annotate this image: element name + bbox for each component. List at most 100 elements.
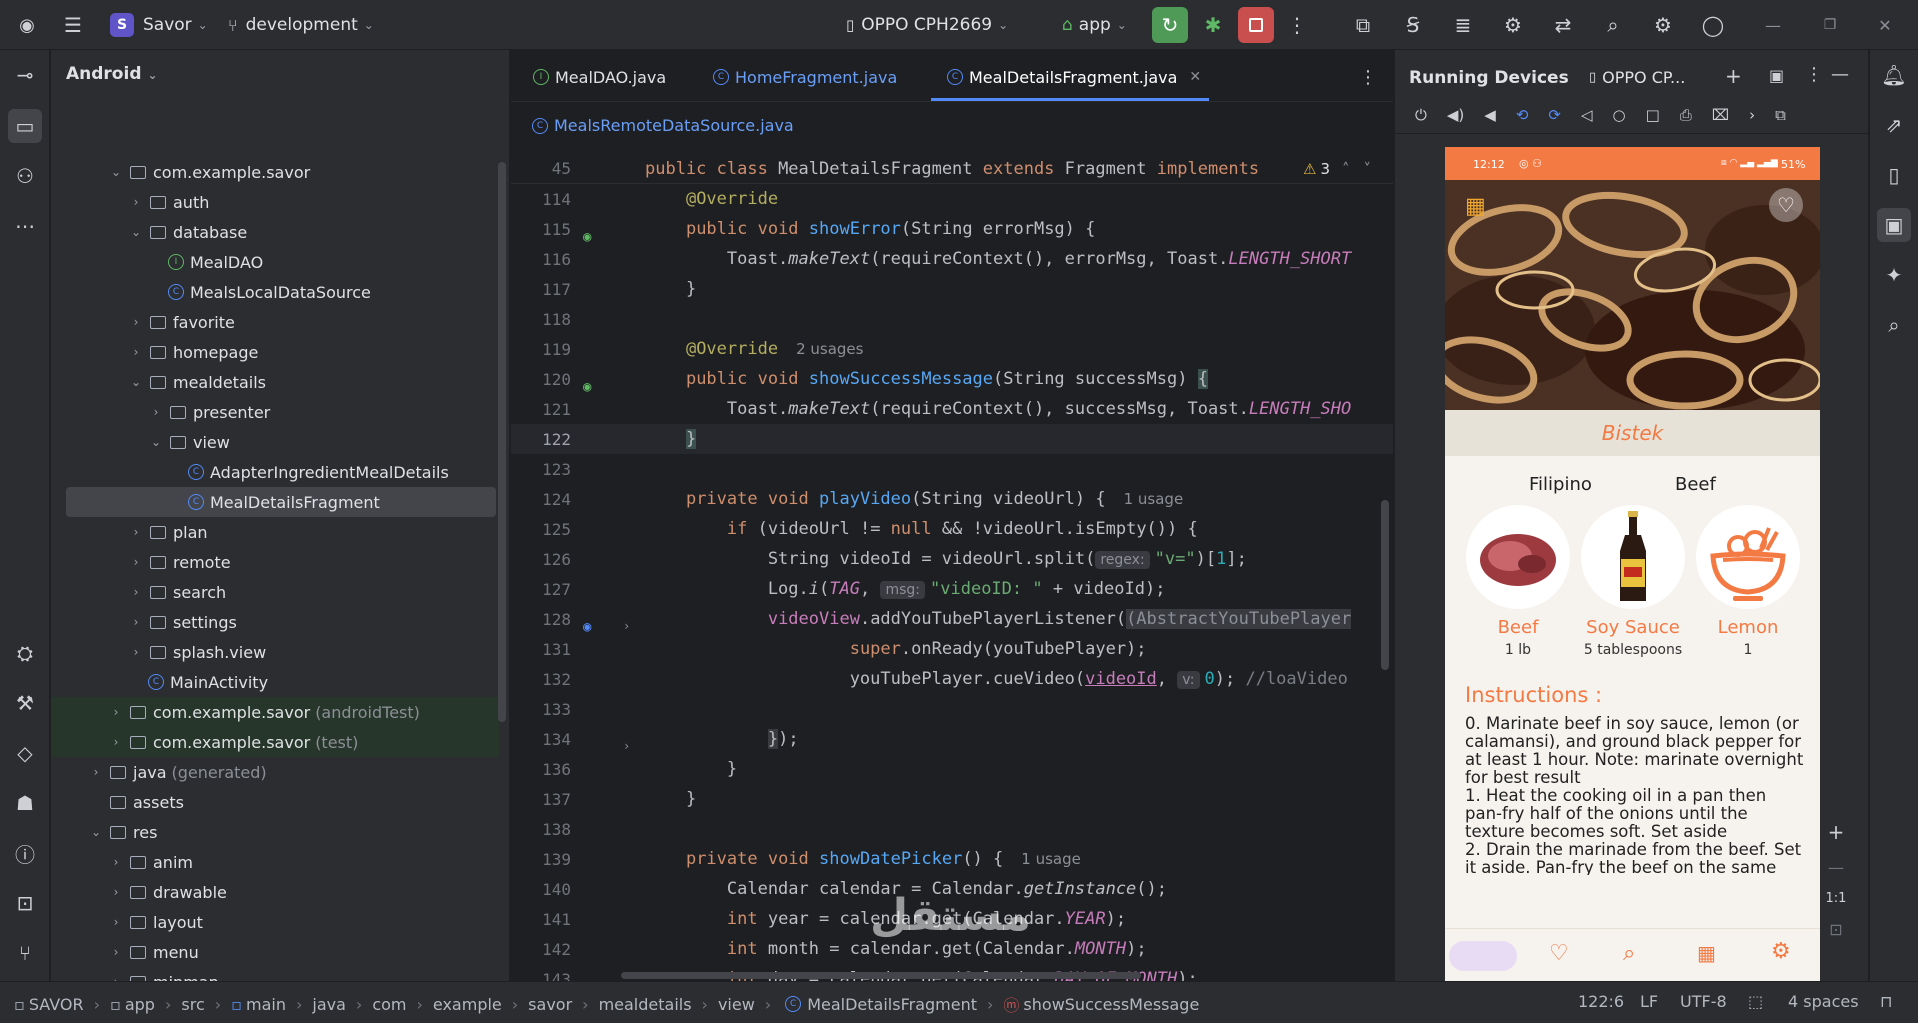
translate-icon[interactable]: Ꞩ xyxy=(1396,8,1430,42)
sdk-manager-icon[interactable]: ⚙ xyxy=(1496,8,1530,42)
editor-h-scrollbar[interactable] xyxy=(621,972,1141,979)
apply-changes-button[interactable]: ↻ xyxy=(1152,7,1188,43)
chevron-down-icon[interactable]: ⌄ xyxy=(128,225,144,239)
tree-item[interactable]: › remote xyxy=(51,547,499,577)
add-to-plan-icon[interactable]: ▦ xyxy=(1465,194,1486,219)
file-encoding[interactable]: UTF-8 xyxy=(1680,992,1727,1011)
running-devices-icon[interactable]: ▣ xyxy=(1877,208,1911,242)
android-studio-logo-icon[interactable]: ◉ xyxy=(10,8,44,42)
main-menu-icon[interactable]: ☰ xyxy=(56,8,90,42)
ai-sparkle-icon[interactable]: ✦ xyxy=(1877,258,1911,292)
tree-item[interactable]: › search xyxy=(51,577,499,607)
branch-selector[interactable]: ⑂ development ⌄ xyxy=(228,8,374,42)
tree-item[interactable]: › drawable xyxy=(51,877,499,907)
caret-position[interactable]: 122:6 xyxy=(1578,992,1624,1011)
chevron-right-icon[interactable]: › xyxy=(108,885,124,899)
tree-item[interactable]: › com.example.savor (androidTest) xyxy=(51,697,499,727)
screenshot-icon[interactable]: ⌧ xyxy=(1712,106,1729,124)
project-view-selector[interactable]: Android ⌄ xyxy=(66,64,158,84)
restore-window-icon[interactable]: ❐ xyxy=(1813,8,1847,42)
nav-settings-icon[interactable]: ⚙ xyxy=(1771,939,1791,964)
terminal-icon[interactable]: ⊡ xyxy=(8,886,42,920)
device-tab[interactable]: ▯ OPPO CP... xyxy=(1589,68,1685,87)
gemini-icon[interactable]: ⇗ xyxy=(1877,108,1911,142)
chevron-right-icon[interactable]: › xyxy=(128,345,144,359)
expand-icon[interactable]: › xyxy=(1749,106,1755,124)
breadcrumb-item[interactable]: src xyxy=(181,995,204,1014)
breadcrumb-item[interactable]: java xyxy=(312,995,346,1014)
zoom-out-icon[interactable]: — xyxy=(1828,858,1844,877)
line-separator[interactable]: LF xyxy=(1640,992,1658,1011)
chevron-up-icon[interactable]: ˄ xyxy=(1342,160,1350,178)
chevron-right-icon[interactable]: › xyxy=(128,315,144,329)
chevron-right-icon[interactable]: › xyxy=(148,405,164,419)
breadcrumb-item[interactable]: mealdetails xyxy=(599,995,692,1014)
device-selector[interactable]: ▯ OPPO CPH2669 ⌄ xyxy=(846,8,1008,42)
chevron-right-icon[interactable]: › xyxy=(108,915,124,929)
override-marker-icon[interactable]: ◉ xyxy=(583,379,591,395)
favorite-heart-icon[interactable]: ♡ xyxy=(1769,188,1803,222)
chevron-right-icon[interactable]: › xyxy=(88,765,104,779)
nav-search-icon[interactable]: ⌕ xyxy=(1623,941,1635,966)
tree-item[interactable]: › anim xyxy=(51,847,499,877)
device-file-icon[interactable]: ⌕ xyxy=(1877,308,1911,342)
commit-icon[interactable]: ⊸ xyxy=(8,58,42,92)
tree-item[interactable]: › java (generated) xyxy=(51,757,499,787)
tree-item[interactable]: C MainActivity xyxy=(51,667,499,697)
chevron-right-icon[interactable]: › xyxy=(128,615,144,629)
tab-homefragment[interactable]: C HomeFragment.java xyxy=(709,64,897,90)
breadcrumb-item[interactable]: example xyxy=(433,995,502,1014)
more-options-icon[interactable]: ⋮ xyxy=(1805,64,1823,85)
tree-item[interactable]: ⌄ com.example.savor xyxy=(51,157,499,187)
project-selector[interactable]: S Savor ⌄ xyxy=(110,8,208,42)
notifications-icon[interactable]: 🔔︎ xyxy=(1877,58,1911,92)
breadcrumb-item[interactable]: main xyxy=(246,995,286,1014)
mirror-icon[interactable]: ⧉ xyxy=(1775,106,1786,124)
rotate-left-icon[interactable]: ⟲ xyxy=(1516,106,1529,124)
chevron-right-icon[interactable]: › xyxy=(108,945,124,959)
chevron-right-icon[interactable]: › xyxy=(128,525,144,539)
account-icon[interactable]: ◯ xyxy=(1696,8,1730,42)
close-tab-icon[interactable]: ✕ xyxy=(1189,69,1201,85)
tree-item[interactable]: I MealDAO xyxy=(51,247,499,277)
tab-mealdao[interactable]: I MealDAO.java xyxy=(529,64,666,90)
home-icon[interactable]: ○ xyxy=(1613,106,1626,124)
snapshot-icon[interactable]: ⎙ xyxy=(1680,106,1692,124)
override-marker-icon[interactable]: ◉ xyxy=(583,619,591,635)
chevron-right-icon[interactable]: › xyxy=(108,705,124,719)
nav-home-pill[interactable] xyxy=(1449,941,1517,971)
chevron-right-icon[interactable]: › xyxy=(128,645,144,659)
chevron-right-icon[interactable]: › xyxy=(128,195,144,209)
volume-down-icon[interactable]: ◀ xyxy=(1484,106,1496,124)
tree-item[interactable]: › auth xyxy=(51,187,499,217)
stop-button[interactable] xyxy=(1238,7,1274,43)
tree-item[interactable]: › com.example.savor (test) xyxy=(51,727,499,757)
resource-manager-icon[interactable]: ⚇ xyxy=(8,159,42,193)
search-icon[interactable]: ⌕ xyxy=(1596,8,1630,42)
breadcrumb-item[interactable]: com xyxy=(372,995,406,1014)
tree-item[interactable]: assets xyxy=(51,787,499,817)
zoom-actual-size[interactable]: 1:1 xyxy=(1826,891,1847,906)
add-device-icon[interactable]: + xyxy=(1725,64,1742,88)
minimize-window-icon[interactable]: — xyxy=(1756,8,1790,42)
fold-chevron-icon[interactable]: › xyxy=(623,739,630,753)
breadcrumb-item[interactable]: showSuccessMessage xyxy=(1023,995,1199,1014)
chevron-right-icon[interactable]: › xyxy=(108,735,124,749)
editor-scrollbar[interactable] xyxy=(1381,500,1389,670)
tree-item[interactable]: C MealsLocalDataSource xyxy=(51,277,499,307)
device-explorer-icon[interactable]: ▯ xyxy=(1877,158,1911,192)
chevron-down-icon[interactable]: ⌄ xyxy=(108,165,124,179)
tree-item[interactable]: › plan xyxy=(51,517,499,547)
tree-item[interactable]: ⌄ database xyxy=(51,217,499,247)
sync-gradle-icon[interactable]: ⇄ xyxy=(1546,8,1580,42)
chevron-down-icon[interactable]: ⌄ xyxy=(88,825,104,839)
remote-file-tab[interactable]: C MealsRemoteDataSource.java xyxy=(528,116,794,135)
zoom-in-icon[interactable]: + xyxy=(1828,820,1845,844)
logcat-icon[interactable]: ≣ xyxy=(1446,8,1480,42)
more-actions-icon[interactable]: ⋮ xyxy=(1280,8,1314,42)
warnings-indicator[interactable]: ⚠ 3 ˄ ˅ xyxy=(1303,160,1371,178)
chevron-right-icon[interactable]: › xyxy=(128,585,144,599)
tree-item[interactable]: › favorite xyxy=(51,307,499,337)
device-manager-icon[interactable]: ⧉ xyxy=(1346,8,1380,42)
nav-favorites-heart-icon[interactable]: ♡ xyxy=(1549,941,1569,966)
